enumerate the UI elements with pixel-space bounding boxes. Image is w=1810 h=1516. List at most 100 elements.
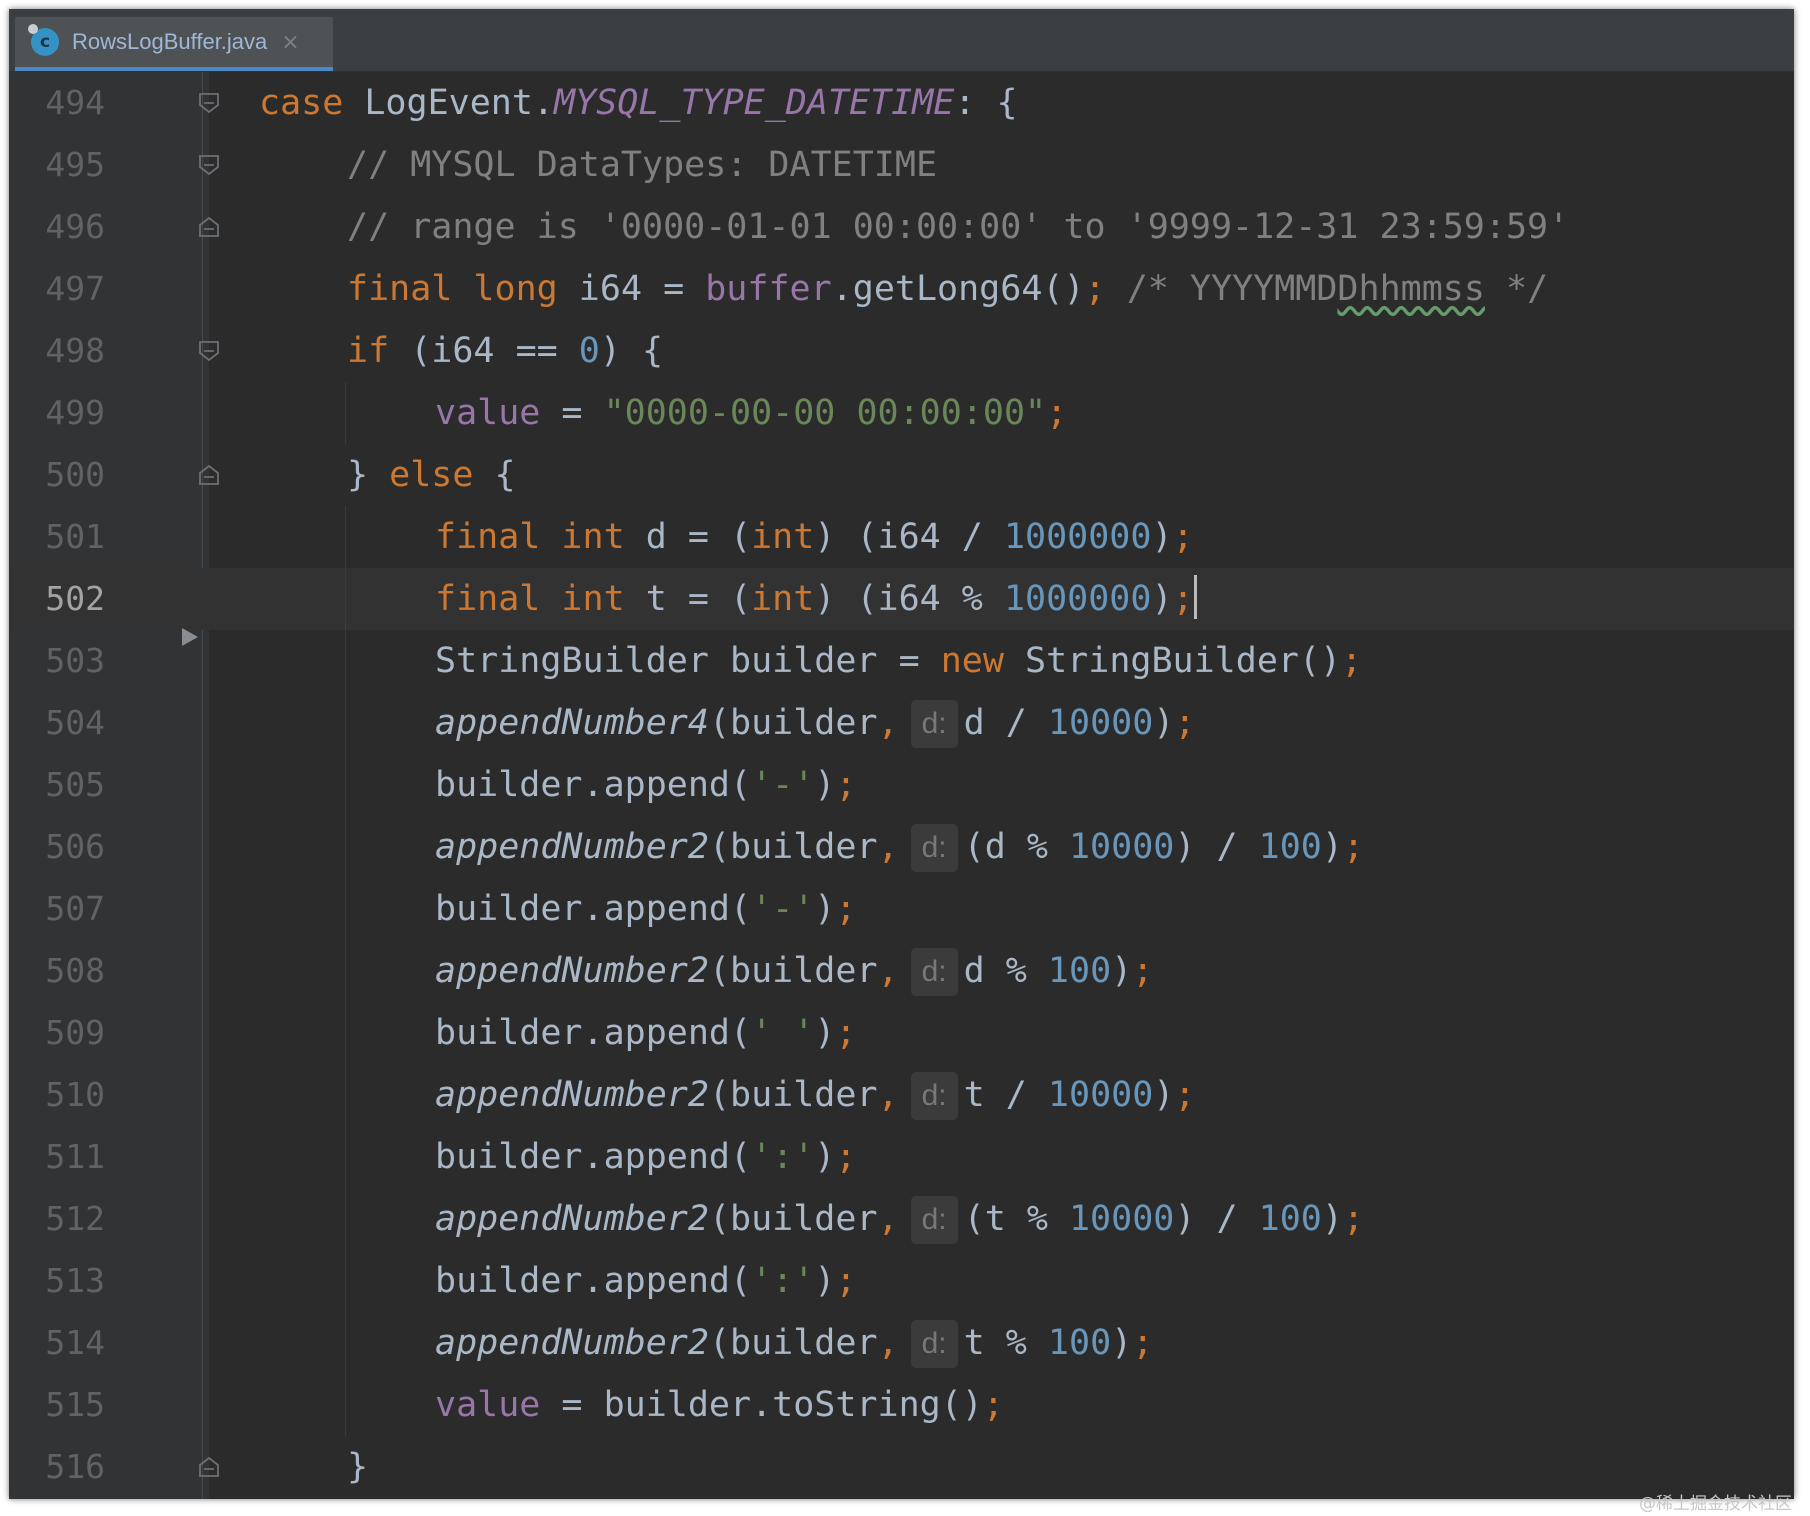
code-token: { <box>494 455 516 495</box>
line-number: 513 <box>45 1261 105 1300</box>
fold-end-icon[interactable] <box>198 1456 220 1478</box>
code-token: , <box>877 951 899 991</box>
code-token: ) / <box>1174 827 1259 867</box>
code-token: StringBuilder builder = <box>435 641 941 681</box>
tab-file-name[interactable]: RowsLogBuffer.java <box>72 29 267 55</box>
code-text[interactable]: appendNumber2(builder, d: (t % 10000) / 10… <box>435 1188 1364 1250</box>
code-line[interactable]: 501 final int d = (int) (i64 / 1000000); <box>9 506 1794 568</box>
code-text[interactable]: // range is '0000-01-01 00:00:00' to '99… <box>347 196 1569 258</box>
code-token: ) <box>1111 951 1133 991</box>
code-token: = <box>540 393 604 433</box>
code-token: ; <box>1341 641 1363 681</box>
parameter-hint: d: <box>910 1196 958 1244</box>
code-token: ; <box>1084 269 1127 309</box>
code-token: ; <box>835 1137 857 1177</box>
code-text[interactable]: appendNumber2(builder, d: t % 100); <box>435 1312 1153 1374</box>
code-text[interactable]: builder.append(':'); <box>435 1250 856 1312</box>
code-text[interactable]: builder.append('-'); <box>435 754 856 816</box>
fold-end-icon[interactable] <box>198 464 220 486</box>
code-token: (t % <box>963 1199 1069 1239</box>
code-token: ) <box>814 1013 836 1053</box>
code-token: int <box>751 517 815 557</box>
code-line[interactable]: 502 final int t = (int) (i64 % 1000000); <box>9 568 1794 630</box>
java-class-icon: c <box>28 24 59 56</box>
code-line[interactable]: 508 appendNumber2(builder, d: d % 100); <box>9 940 1794 1002</box>
watermark: @稀土掘金技术社区 <box>1639 1494 1792 1514</box>
code-text[interactable]: appendNumber2(builder, d: d % 100); <box>435 940 1153 1002</box>
close-icon[interactable]: × <box>281 30 299 55</box>
code-text[interactable]: final int t = (int) (i64 % 1000000); <box>435 568 1197 630</box>
breakpoint-arrow-icon[interactable] <box>179 626 201 652</box>
code-text[interactable]: value = builder.toString(); <box>435 1374 1004 1436</box>
fold-collapse-icon[interactable] <box>198 154 220 176</box>
code-text[interactable]: value = "0000-00-00 00:00:00"; <box>435 382 1067 444</box>
code-token: ; <box>1342 827 1365 867</box>
indent-guide <box>345 1312 346 1374</box>
code-token: ; <box>1132 1323 1154 1363</box>
code-text[interactable]: // MYSQL DataTypes: DATETIME <box>347 134 937 196</box>
code-line[interactable]: 497 final long i64 = buffer.getLong64(); … <box>9 258 1794 320</box>
code-token: ; <box>1132 951 1154 991</box>
code-text[interactable]: final long i64 = buffer.getLong64(); /* … <box>347 258 1548 320</box>
code-line[interactable]: 506 appendNumber2(builder, d: (d % 10000) /… <box>9 816 1794 878</box>
code-text[interactable]: builder.append('-'); <box>435 878 856 940</box>
indent-guide <box>345 506 346 568</box>
code-text[interactable]: appendNumber2(builder, d: (d % 10000) / 10… <box>435 816 1364 878</box>
code-line[interactable]: 494 case LogEvent.MYSQL_TYPE_DATETIME: { <box>9 72 1794 134</box>
code-token: ) <box>1321 1199 1343 1239</box>
code-line[interactable]: 503 StringBuilder builder = new StringBui… <box>9 630 1794 692</box>
code-token: ) <box>814 1261 836 1301</box>
fold-end-icon[interactable] <box>198 216 220 238</box>
line-number: 499 <box>45 393 105 432</box>
code-token: ; <box>1046 393 1068 433</box>
indent-guide <box>345 1374 346 1436</box>
code-token: ) { <box>599 331 664 371</box>
code-line[interactable]: 510 appendNumber2(builder, d: t / 10000); <box>9 1064 1794 1126</box>
code-line[interactable]: 514 appendNumber2(builder, d: t % 100); <box>9 1312 1794 1374</box>
code-line[interactable]: 507 builder.append('-'); <box>9 878 1794 940</box>
tab-rowslogbuffer[interactable]: c RowsLogBuffer.java × <box>15 17 333 71</box>
code-line[interactable]: 512 appendNumber2(builder, d: (t % 10000) /… <box>9 1188 1794 1250</box>
code-line[interactable]: 496 // range is '0000-01-01 00:00:00' to … <box>9 196 1794 258</box>
code-line[interactable]: 511 builder.append(':'); <box>9 1126 1794 1188</box>
code-text[interactable]: builder.append(':'); <box>435 1126 856 1188</box>
code-text[interactable]: appendNumber4(builder, d: d / 10000); <box>435 692 1195 754</box>
parameter-hint: d: <box>910 1320 958 1368</box>
code-token: ; <box>1172 579 1194 619</box>
code-token: : { <box>954 83 1018 123</box>
code-line[interactable]: 515 value = builder.toString(); <box>9 1374 1794 1436</box>
code-line[interactable]: 498 if (i64 == 0) { <box>9 320 1794 382</box>
code-line[interactable]: 504 appendNumber4(builder, d: d / 10000); <box>9 692 1794 754</box>
indent-guide <box>345 382 346 444</box>
code-line[interactable]: 509 builder.append(' '); <box>9 1002 1794 1064</box>
code-token: new <box>940 641 1026 681</box>
code-text[interactable]: appendNumber2(builder, d: t / 10000); <box>435 1064 1195 1126</box>
code-text[interactable]: builder.append(' '); <box>435 1002 856 1064</box>
code-line[interactable]: 495 // MYSQL DataTypes: DATETIME <box>9 134 1794 196</box>
fold-collapse-icon[interactable] <box>198 92 220 114</box>
indent-guide <box>345 816 346 878</box>
code-line[interactable]: 505 builder.append('-'); <box>9 754 1794 816</box>
code-text[interactable]: case LogEvent.MYSQL_TYPE_DATETIME: { <box>259 72 1018 134</box>
code-token: d % <box>963 951 1048 991</box>
code-token: , <box>877 1323 899 1363</box>
code-token: t = ( <box>645 579 752 619</box>
code-line[interactable]: 499 value = "0000-00-00 00:00:00"; <box>9 382 1794 444</box>
code-token: 100 <box>1047 1323 1112 1363</box>
text-caret <box>1193 575 1197 619</box>
code-text[interactable]: } <box>347 1436 368 1498</box>
code-token: builder.append( <box>435 765 752 805</box>
code-token: 100 <box>1258 1199 1322 1239</box>
code-line[interactable]: 513 builder.append(':'); <box>9 1250 1794 1312</box>
code-token: ) <box>1111 1323 1133 1363</box>
indent-guide <box>345 754 346 816</box>
fold-collapse-icon[interactable] <box>198 340 220 362</box>
code-text[interactable]: } else { <box>347 444 516 506</box>
code-line[interactable]: 516} <box>9 1436 1794 1498</box>
code-line[interactable]: 500} else { <box>9 444 1794 506</box>
code-text[interactable]: final int d = (int) (i64 / 1000000); <box>435 506 1194 568</box>
code-text[interactable]: if (i64 == 0) { <box>347 320 663 382</box>
code-editor[interactable]: 494 case LogEvent.MYSQL_TYPE_DATETIME: {4… <box>9 72 1794 1499</box>
code-text[interactable]: StringBuilder builder = new StringBuilde… <box>435 630 1362 692</box>
code-token: ) <box>814 889 836 929</box>
